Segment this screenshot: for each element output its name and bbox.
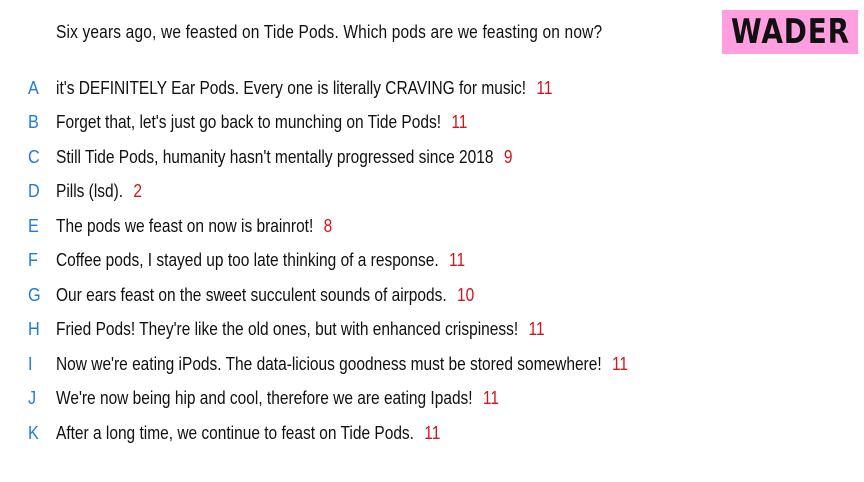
player-name: WADER xyxy=(730,12,850,52)
answer-body: The pods we feast on now is brainrot! 8 xyxy=(56,216,332,237)
answer-text: The pods we feast on now is brainrot! xyxy=(56,216,314,236)
answer-letter: J xyxy=(28,388,37,408)
answer-item-e[interactable]: E The pods we feast on now is brainrot! 8 xyxy=(0,212,864,242)
answer-body: Still Tide Pods, humanity hasn't mentall… xyxy=(56,147,512,168)
answer-score: 8 xyxy=(323,216,333,236)
answer-score: 11 xyxy=(424,423,441,443)
answer-score: 11 xyxy=(536,78,553,98)
answer-text: Still Tide Pods, humanity hasn't mentall… xyxy=(56,147,494,167)
answer-item-f[interactable]: F Coffee pods, I stayed up too late thin… xyxy=(0,246,864,276)
answer-text: Forget that, let's just go back to munch… xyxy=(56,112,442,132)
answer-item-h[interactable]: H Fried Pods! They're like the old ones,… xyxy=(0,315,864,345)
answer-item-j[interactable]: J We're now being hip and cool, therefor… xyxy=(0,384,864,414)
answer-item-g[interactable]: G Our ears feast on the sweet succulent … xyxy=(0,281,864,311)
answer-body: After a long time, we continue to feast … xyxy=(56,423,440,444)
answer-letter: A xyxy=(28,78,39,98)
answer-letter: E xyxy=(28,216,39,236)
player-badge: WADER xyxy=(722,10,858,54)
answer-item-k[interactable]: K After a long time, we continue to feas… xyxy=(0,419,864,449)
answer-letter: D xyxy=(28,181,40,201)
answer-body: it's DEFINITELY Ear Pods. Every one is l… xyxy=(56,78,552,99)
answer-score: 11 xyxy=(448,250,466,270)
answer-item-a[interactable]: A it's DEFINITELY Ear Pods. Every one is… xyxy=(0,74,864,104)
answer-score: 11 xyxy=(482,388,499,408)
answer-body: Fried Pods! They're like the old ones, b… xyxy=(56,319,545,340)
answer-text: We're now being hip and cool, therefore … xyxy=(56,388,473,408)
answer-body: Pills (lsd). 2 xyxy=(56,181,142,202)
answer-body: Coffee pods, I stayed up too late thinki… xyxy=(56,250,465,271)
answer-item-d[interactable]: D Pills (lsd). 2 xyxy=(0,177,864,207)
answer-letter: K xyxy=(28,423,39,443)
answer-text: Fried Pods! They're like the old ones, b… xyxy=(56,319,519,339)
answer-text: it's DEFINITELY Ear Pods. Every one is l… xyxy=(56,78,527,98)
answer-score: 9 xyxy=(503,147,513,167)
answer-text: Pills (lsd). xyxy=(56,181,124,201)
answer-score: 2 xyxy=(133,181,143,201)
answer-text: Coffee pods, I stayed up too late thinki… xyxy=(56,250,439,270)
answer-item-b[interactable]: B Forget that, let's just go back to mun… xyxy=(0,108,864,138)
answer-score: 11 xyxy=(611,354,629,374)
answer-body: Our ears feast on the sweet succulent so… xyxy=(56,285,474,306)
answer-score: 11 xyxy=(528,319,545,339)
answer-letter: I xyxy=(28,354,33,374)
question-text: Six years ago, we feasted on Tide Pods. … xyxy=(56,22,603,42)
answer-body: We're now being hip and cool, therefore … xyxy=(56,388,499,409)
answer-letter: H xyxy=(28,319,40,339)
answer-body: Now we're eating iPods. The data-licious… xyxy=(56,354,628,375)
answer-body: Forget that, let's just go back to munch… xyxy=(56,112,467,133)
answer-score: 10 xyxy=(456,285,475,305)
answer-letter: C xyxy=(28,147,40,167)
answer-item-c[interactable]: C Still Tide Pods, humanity hasn't menta… xyxy=(0,143,864,173)
answer-text: Our ears feast on the sweet succulent so… xyxy=(56,285,447,305)
answer-letter: G xyxy=(28,285,41,305)
answer-letter: F xyxy=(28,250,38,270)
answer-text: After a long time, we continue to feast … xyxy=(56,423,414,443)
answer-score: 11 xyxy=(451,112,468,132)
answer-text: Now we're eating iPods. The data-licious… xyxy=(56,354,602,374)
answer-letter: B xyxy=(28,112,39,132)
answer-item-i[interactable]: I Now we're eating iPods. The data-licio… xyxy=(0,350,864,380)
